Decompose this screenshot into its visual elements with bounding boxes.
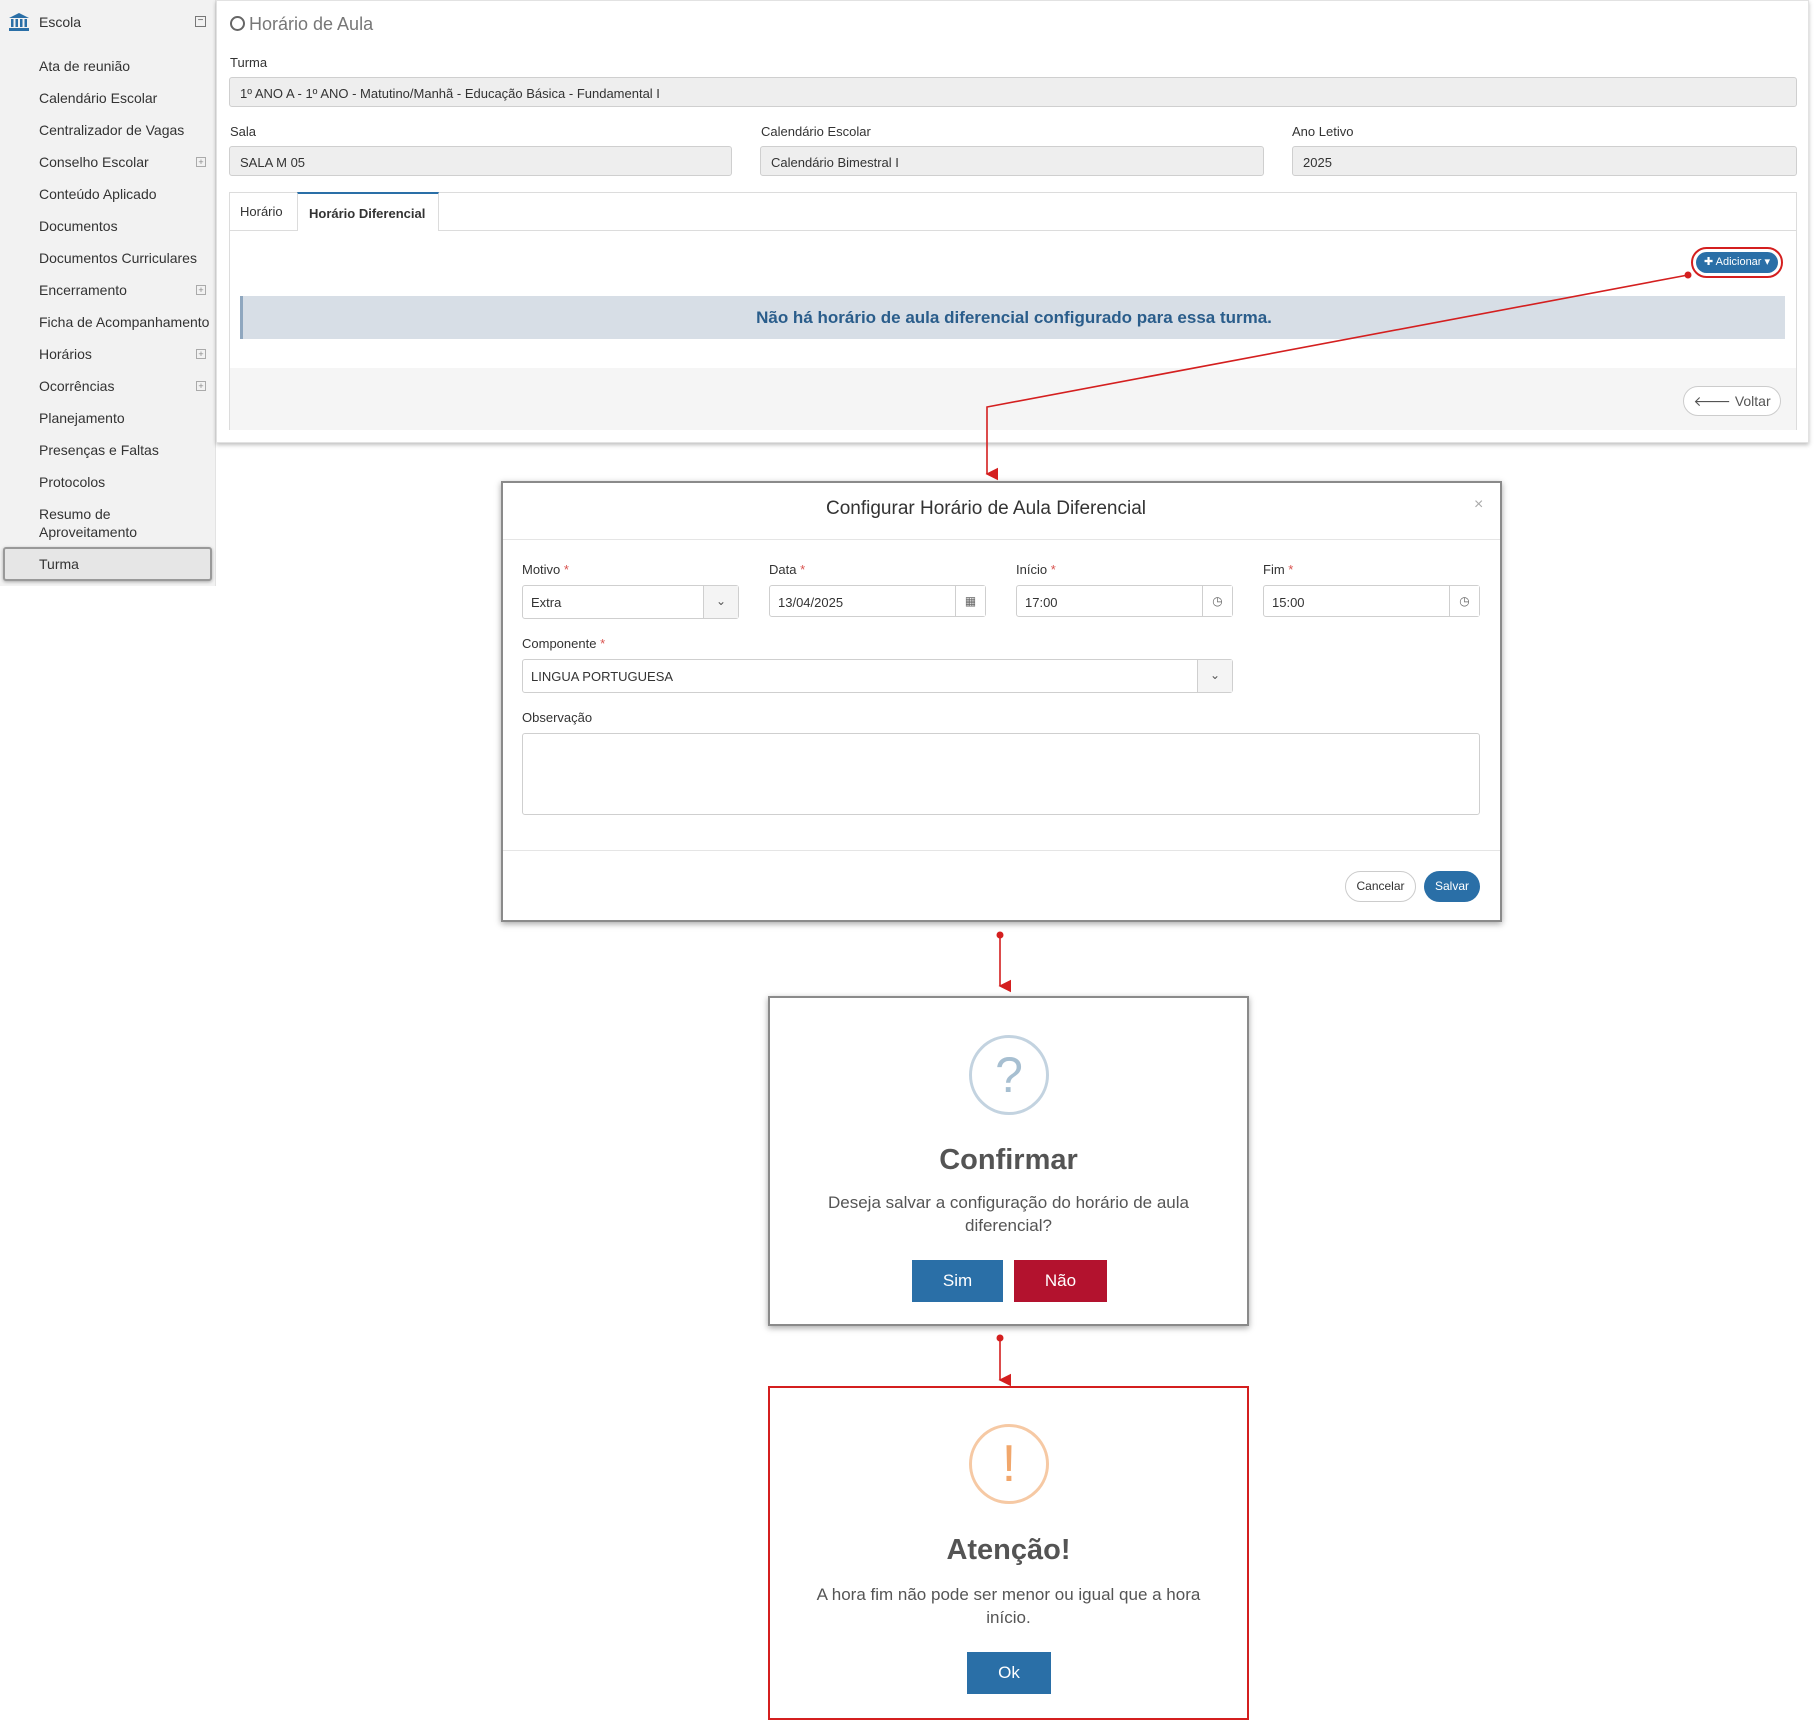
modal-footer-divider [503,850,1500,851]
componente-label: Componente * [522,636,606,651]
componente-value: LINGUA PORTUGUESA [531,669,674,684]
no-button[interactable]: Não [1014,1260,1107,1302]
motivo-select[interactable]: Extra ⌄ [522,585,739,619]
sidebar-item-ficha-de-acompanhamento[interactable]: Ficha de Acompanhamento [39,313,209,331]
expand-icon[interactable]: + [196,349,206,359]
sidebar-item-label: Aproveitamento [39,524,138,540]
arrow-confirm-to-warning [996,1334,1012,1387]
close-icon[interactable]: × [1474,496,1483,514]
sidebar-active-highlight [3,547,212,581]
save-button[interactable]: Salvar [1424,871,1480,902]
calendario-label: Calendário Escolar [761,124,871,139]
modal-header-divider [503,539,1500,540]
motivo-label: Motivo * [522,562,569,577]
arrow-left-icon: 🡐 [1693,393,1731,409]
calendario-field: Calendário Bimestral I [760,146,1264,176]
ano-letivo-label: Ano Letivo [1292,124,1354,139]
tab-horario-diferencial[interactable]: Horário Diferencial [297,192,439,231]
warning-title: Atenção! [946,1534,1071,1566]
sidebar-item-label: Resumo de [39,506,111,522]
fim-label: Fim * [1263,562,1294,577]
sidebar-item-centralizador-de-vagas[interactable]: Centralizador de Vagas [39,121,184,139]
arrow-modal-to-confirm [996,931,1012,993]
expand-icon[interactable]: + [196,157,206,167]
cancel-button[interactable]: Cancelar [1345,871,1416,902]
warning-icon: ! [969,1424,1049,1504]
empty-state-alert: Não há horário de aula diferencial confi… [240,296,1785,339]
observacao-textarea[interactable] [522,733,1480,815]
data-label: Data * [769,562,806,577]
data-value: 13/04/2025 [778,595,844,610]
expand-icon[interactable]: + [196,285,206,295]
tab-horario[interactable]: Horário [229,192,297,231]
collapse-icon[interactable]: − [195,16,206,27]
add-button[interactable]: ✚ Adicionar ▾ [1696,252,1778,273]
sidebar-item-turma[interactable]: Turma [39,555,79,573]
expand-icon[interactable]: + [196,381,206,391]
inicio-value: 17:00 [1025,595,1058,610]
back-button-label: Voltar [1734,393,1771,409]
fim-value: 15:00 [1272,595,1305,610]
sidebar-item-protocolos[interactable]: Protocolos [39,473,105,491]
sidebar-item-horarios[interactable]: Horários [39,345,92,363]
sidebar-title: Escola [39,14,82,30]
calendar-icon[interactable]: ▦ [955,586,985,616]
sidebar-item-encerramento[interactable]: Encerramento [39,281,127,299]
sidebar-item-conselho-escolar[interactable]: Conselho Escolar [39,153,149,171]
sidebar-item-resumo-de-aproveitamento[interactable]: Resumo de Aproveitamento [39,505,137,541]
data-input[interactable]: 13/04/2025 ▦ [769,585,986,617]
sidebar-header[interactable]: Escola − [0,0,216,44]
sidebar-item-planejamento[interactable]: Planejamento [39,409,125,427]
question-icon: ? [969,1035,1049,1115]
componente-select[interactable]: LINGUA PORTUGUESA ⌄ [522,659,1233,693]
sala-field: SALA M 05 [229,146,732,176]
inicio-label: Início * [1016,562,1056,577]
confirm-message: Deseja salvar a configuração do horário … [827,1193,1189,1235]
chevron-down-icon[interactable]: ⌄ [703,586,738,618]
caret-down-icon: ▾ [1764,256,1771,268]
plus-icon: ✚ [1703,256,1714,268]
inicio-input[interactable]: 17:00 ◷ [1016,585,1233,617]
sidebar-item-documentos[interactable]: Documentos [39,217,118,235]
tab-divider [229,230,1797,231]
sidebar-item-presencas-e-faltas[interactable]: Presenças e Faltas [39,441,159,459]
bank-icon [9,13,29,31]
warning-message: A hora fim não pode ser menor ou igual q… [816,1585,1201,1627]
ano-letivo-field: 2025 [1292,146,1797,176]
add-button-highlight: ✚ Adicionar ▾ [1691,247,1783,278]
sidebar-item-ocorrencias[interactable]: Ocorrências [39,377,114,395]
back-button[interactable]: 🡐 Voltar [1683,386,1781,416]
clock-icon[interactable]: ◷ [1202,586,1232,616]
sidebar-item-ata-de-reuniao[interactable]: Ata de reunião [39,57,130,75]
turma-label: Turma [230,55,268,70]
sala-label: Sala [230,124,257,139]
confirm-title: Confirmar [939,1144,1078,1176]
sidebar: Escola − Ata de reunião Calendário Escol… [0,0,216,586]
turma-field: 1º ANO A - 1º ANO - Matutino/Manhã - Edu… [229,77,1797,107]
clock-icon[interactable]: ◷ [1449,586,1479,616]
add-button-label: Adicionar [1715,256,1762,268]
observacao-label: Observação [522,710,593,725]
page-title: Horário de Aula [249,14,374,34]
ok-button[interactable]: Ok [967,1652,1051,1694]
panel-footer [230,368,1796,430]
sidebar-item-conteudo-aplicado[interactable]: Conteúdo Aplicado [39,185,157,203]
config-modal [501,481,1502,922]
sidebar-item-documentos-curriculares[interactable]: Documentos Curriculares [39,249,197,267]
sidebar-item-calendario-escolar[interactable]: Calendário Escolar [39,89,157,107]
chevron-down-icon[interactable]: ⌄ [1197,660,1232,692]
modal-title: Configurar Horário de Aula Diferencial [826,498,1146,519]
yes-button[interactable]: Sim [912,1260,1003,1302]
motivo-value: Extra [531,595,562,610]
fim-input[interactable]: 15:00 ◷ [1263,585,1480,617]
